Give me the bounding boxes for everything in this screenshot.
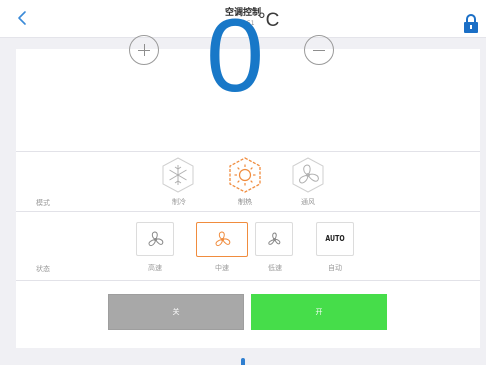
fan-medium-icon xyxy=(215,231,231,246)
mode-heat-label: 制热 xyxy=(238,198,252,206)
fan-high-button[interactable] xyxy=(136,222,174,256)
speed-row-label: 状态 xyxy=(36,265,50,273)
temperature-value: 0 xyxy=(206,0,264,114)
mode-row-label: 模式 xyxy=(36,199,50,207)
temperature-unit: °C xyxy=(258,10,280,31)
fan-low-button[interactable] xyxy=(255,222,293,256)
snowflake-icon[interactable] xyxy=(160,156,196,194)
temperature-decrease-button[interactable] xyxy=(304,35,334,65)
fan-high-icon xyxy=(148,231,164,246)
mode-cool-label: 制冷 xyxy=(172,198,186,206)
auto-text: AUTO xyxy=(325,234,345,243)
fan-low-label: 低速 xyxy=(268,264,282,272)
temperature-increase-button[interactable] xyxy=(129,35,159,65)
bottom-drag-handle[interactable] xyxy=(241,358,245,365)
plus-icon-vertical xyxy=(144,44,145,56)
sun-icon[interactable] xyxy=(227,156,263,194)
fan-auto-label: 自动 xyxy=(328,264,342,272)
fan-medium-label: 中速 xyxy=(215,264,229,272)
minus-icon xyxy=(313,50,325,51)
divider-speed xyxy=(16,280,480,281)
divider-temperature xyxy=(16,151,480,152)
fan-high-label: 高速 xyxy=(148,264,162,272)
power-off-button[interactable]: 关 xyxy=(108,294,244,330)
divider-mode xyxy=(16,211,480,212)
fan-auto-button[interactable]: AUTO xyxy=(316,222,354,256)
fan-medium-button[interactable] xyxy=(196,222,248,257)
power-on-button[interactable]: 开 xyxy=(251,294,387,330)
fan-low-icon xyxy=(268,232,281,245)
lock-icon[interactable] xyxy=(463,13,479,33)
fan-icon[interactable] xyxy=(290,156,326,194)
mode-fan-label: 通风 xyxy=(301,198,315,206)
